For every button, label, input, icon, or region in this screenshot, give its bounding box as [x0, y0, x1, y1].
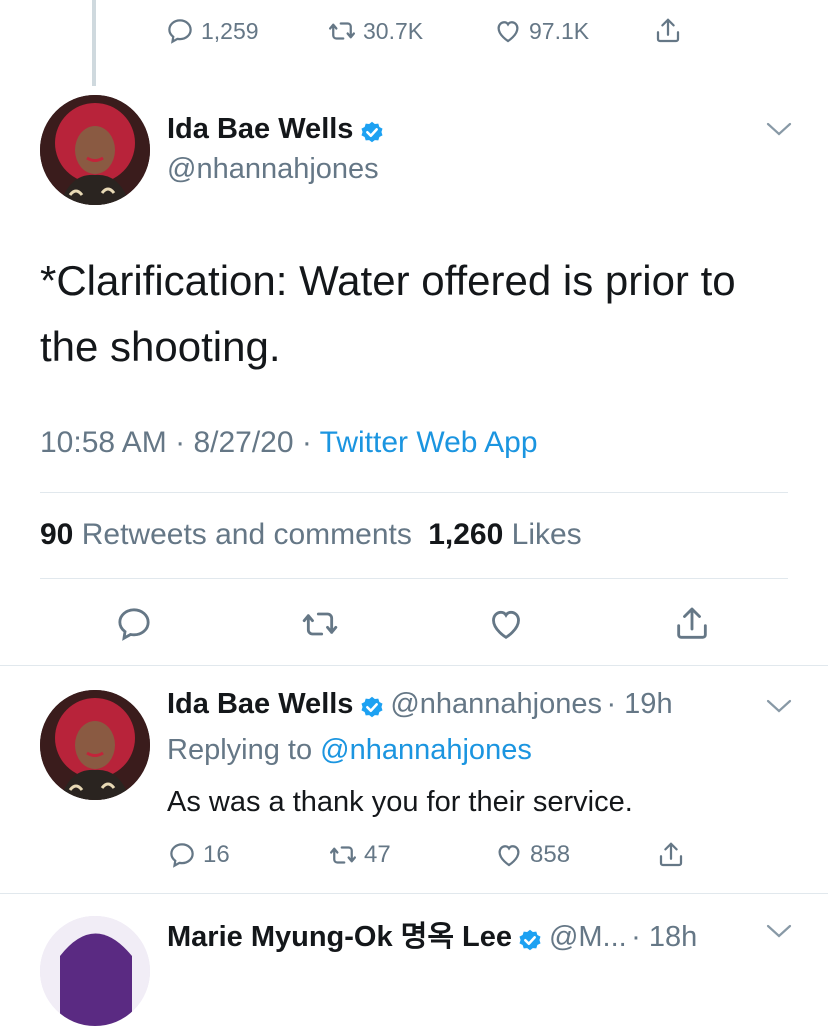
heart-icon	[498, 845, 520, 867]
next-reply-author-handle[interactable]: @M...	[549, 921, 627, 953]
tweet-text: *Clarification: Water offered is prior t…	[40, 257, 736, 370]
author-handle[interactable]: @nhannahjones	[167, 153, 379, 186]
like-count: 858	[530, 841, 571, 868]
like-action[interactable]: 858	[494, 840, 570, 870]
meta-separator: ·	[166, 426, 194, 459]
replying-to-label: Replying to	[167, 734, 321, 766]
reply-author-name[interactable]: Ida Bae Wells	[167, 688, 353, 720]
reply-icon	[170, 843, 194, 868]
tweet-source-link[interactable]: Twitter Web App	[320, 426, 538, 459]
divider	[0, 665, 828, 666]
divider	[40, 578, 788, 579]
divider	[40, 492, 788, 493]
likes-stat[interactable]: 1,260 Likes	[428, 518, 581, 551]
thread-line	[92, 0, 96, 86]
share-action[interactable]	[656, 840, 692, 870]
reply-text: As was a thank you for their service.	[167, 786, 633, 818]
share-icon	[659, 842, 683, 867]
retweet-count: 30.7K	[363, 17, 424, 44]
tweet-time: 10:58 AM	[40, 426, 167, 459]
reply-author-avatar[interactable]	[40, 690, 150, 800]
reply-icon	[168, 19, 192, 44]
next-reply-avatar[interactable]	[40, 916, 150, 1026]
replying-to: Replying to @nhannahjones	[167, 734, 532, 767]
likes-label: Likes	[511, 518, 582, 551]
verified-badge-icon	[519, 929, 541, 951]
share-icon[interactable]	[672, 604, 712, 644]
verified-badge-icon	[361, 121, 383, 143]
avatar-image	[40, 95, 150, 205]
author-name-row: Ida Bae Wells	[167, 113, 386, 148]
top-tweet-actions: 1,259 30.7K 97.1K	[165, 16, 705, 56]
chevron-down-icon[interactable]	[765, 697, 793, 715]
likes-count: 1,260	[428, 518, 504, 551]
next-reply-author-name[interactable]: Marie Myung-Ok 명옥 Lee	[167, 921, 512, 953]
reply-icon[interactable]	[114, 604, 154, 644]
like-count: 97.1K	[529, 17, 590, 44]
retweet-icon	[329, 22, 355, 40]
tweet-date: 8/27/20	[193, 426, 294, 459]
verified-badge-icon	[361, 696, 383, 718]
engagement-stats: 90 Retweets and comments 1,260 Likes	[40, 518, 582, 552]
reply-header: Ida Bae Wells @nhannahjones · 19h	[167, 688, 673, 723]
chevron-down-icon[interactable]	[765, 120, 793, 138]
retweets-count: 90	[40, 518, 74, 551]
avatar-image	[40, 690, 150, 800]
divider	[0, 893, 828, 894]
meta-separator: ·	[293, 426, 320, 459]
heart-icon[interactable]	[486, 604, 526, 644]
share-icon	[656, 18, 680, 43]
retweet-action[interactable]: 47	[328, 840, 391, 870]
retweets-stat[interactable]: 90 Retweets and comments	[40, 518, 420, 551]
heart-icon	[497, 21, 519, 43]
next-reply-header: Marie Myung-Ok 명옥 Lee @M... · 18h	[167, 913, 697, 956]
chevron-down-icon[interactable]	[765, 922, 793, 940]
retweet-icon	[330, 846, 356, 864]
avatar-image	[40, 916, 150, 1026]
retweet-count: 47	[364, 841, 391, 868]
share-action[interactable]	[653, 16, 689, 46]
author-avatar[interactable]	[40, 95, 150, 205]
author-name[interactable]: Ida Bae Wells	[167, 113, 353, 145]
retweet-action[interactable]: 30.7K	[327, 16, 423, 46]
retweet-icon[interactable]	[300, 604, 340, 644]
tweet-meta: 10:58 AM · 8/27/20 · Twitter Web App	[40, 426, 538, 460]
reply-count: 16	[203, 841, 230, 868]
reply-action[interactable]: 16	[167, 840, 230, 870]
reply-action[interactable]: 1,259	[165, 16, 259, 46]
next-reply-time: · 18h	[631, 921, 698, 953]
replying-to-handle[interactable]: @nhannahjones	[320, 734, 532, 766]
reply-count: 1,259	[201, 17, 259, 44]
like-action[interactable]: 97.1K	[493, 16, 589, 46]
retweets-label: Retweets and comments	[81, 518, 412, 551]
reply-time: · 19h	[606, 688, 673, 720]
reply-author-handle[interactable]: @nhannahjones	[390, 688, 602, 720]
